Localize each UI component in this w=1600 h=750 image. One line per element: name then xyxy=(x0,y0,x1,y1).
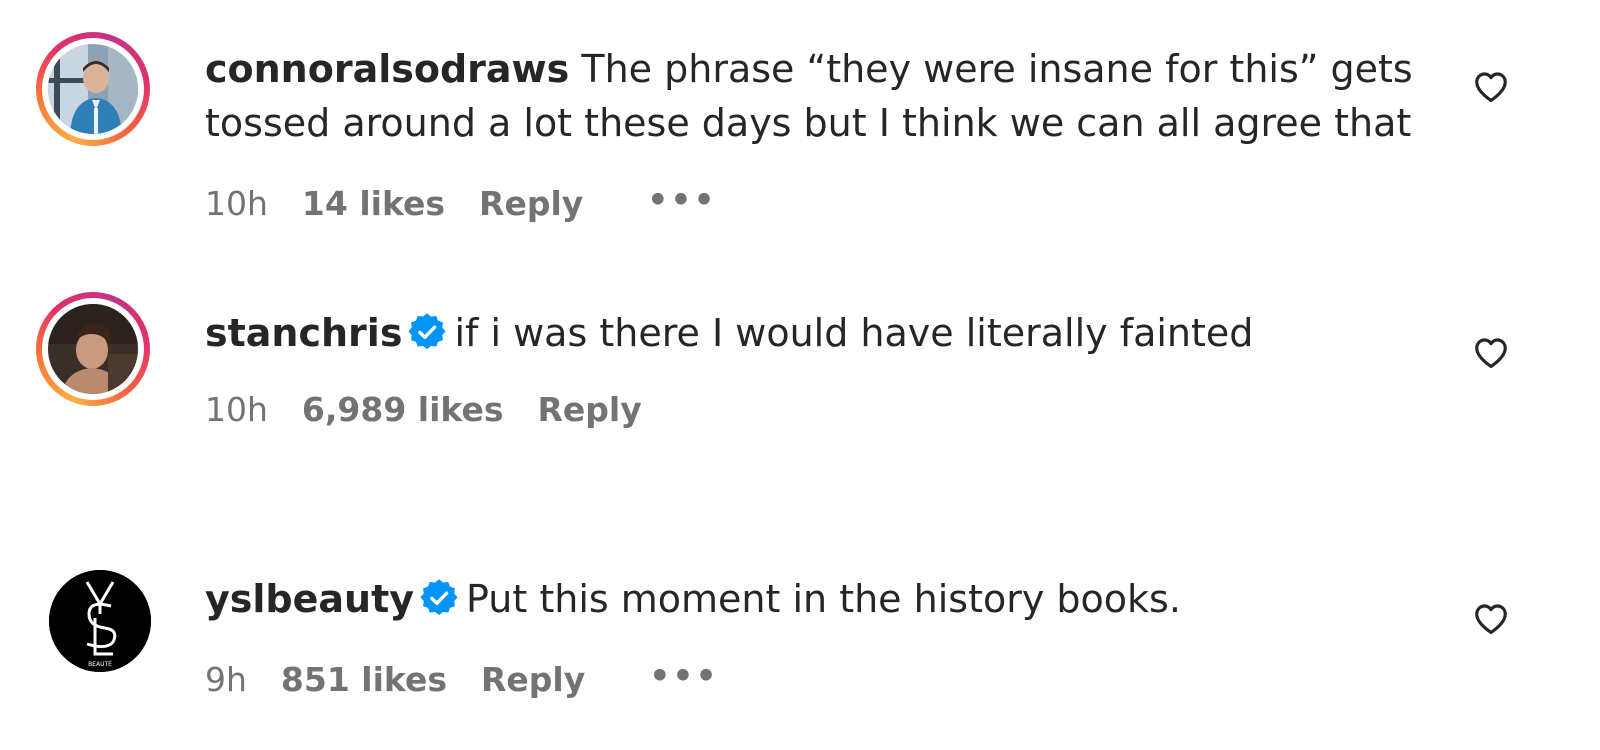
comment-item: connoralsodraws The phrase “they were in… xyxy=(0,0,1600,250)
comment-username[interactable]: stanchris xyxy=(205,311,402,355)
heart-icon[interactable] xyxy=(1472,600,1510,638)
story-ring[interactable] xyxy=(36,292,150,406)
comment-meta: 10h 14 likes Reply ••• xyxy=(205,180,751,224)
comment-text: Put this moment in the history books. xyxy=(466,577,1181,621)
comment-item: BEAUTÉ yslbeauty Put this moment in the … xyxy=(0,520,1600,750)
comment-text: The phrase “they were insane for this” g… xyxy=(581,47,1413,91)
avatar xyxy=(48,304,138,394)
likes-count[interactable]: 6,989 likes xyxy=(302,390,504,429)
heart-icon[interactable] xyxy=(1472,334,1510,372)
story-ring[interactable] xyxy=(36,32,150,146)
ysl-logo: BEAUTÉ xyxy=(49,570,151,672)
comment-time: 10h xyxy=(205,390,268,429)
reply-button[interactable]: Reply xyxy=(479,184,583,223)
comment-item: stanchris if i was there I would have li… xyxy=(0,250,1600,480)
more-options-icon[interactable]: ••• xyxy=(649,656,718,696)
comment-text: if i was there I would have literally fa… xyxy=(454,311,1254,355)
comment-text-continued: tossed around a lot these days but I thi… xyxy=(205,96,1411,150)
comment-time: 10h xyxy=(205,184,268,223)
comment-body: connoralsodraws The phrase “they were in… xyxy=(205,42,1413,96)
comment-time: 9h xyxy=(205,660,247,699)
likes-count[interactable]: 14 likes xyxy=(302,184,445,223)
comment-body: stanchris if i was there I would have li… xyxy=(205,306,1253,360)
heart-icon[interactable] xyxy=(1472,68,1510,106)
avatar[interactable]: BEAUTÉ xyxy=(49,570,151,672)
comment-username[interactable]: connoralsodraws xyxy=(205,47,569,91)
comment-text: tossed around a lot these days but I thi… xyxy=(205,101,1412,145)
avatar xyxy=(48,44,138,134)
likes-count[interactable]: 851 likes xyxy=(281,660,447,699)
comment-meta: 9h 851 likes Reply ••• xyxy=(205,656,753,700)
verified-badge-icon xyxy=(408,313,447,350)
more-options-icon[interactable]: ••• xyxy=(647,180,716,220)
reply-button[interactable]: Reply xyxy=(537,390,641,429)
comment-meta: 10h 6,989 likes Reply xyxy=(205,390,676,430)
comment-body: yslbeauty Put this moment in the history… xyxy=(205,572,1181,626)
comment-username[interactable]: yslbeauty xyxy=(205,577,414,621)
avatar-logo-text: BEAUTÉ xyxy=(88,660,112,668)
verified-badge-icon xyxy=(420,579,458,616)
reply-button[interactable]: Reply xyxy=(481,660,585,699)
